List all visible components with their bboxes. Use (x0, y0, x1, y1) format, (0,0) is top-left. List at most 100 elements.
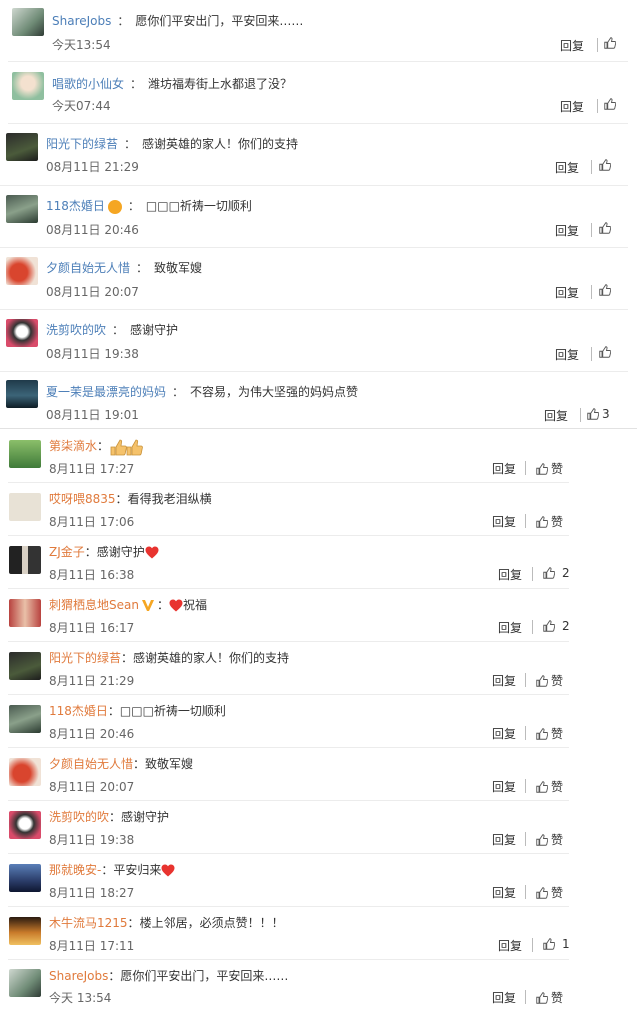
comment-author[interactable]: 洗剪吹的吹 (46, 323, 106, 337)
avatar[interactable] (9, 705, 41, 733)
comment-item: 夏一茉是最漂亮的妈妈 ： 不容易，为伟大坚强的妈妈点赞 08月11日 19:01 回… (0, 372, 637, 428)
avatar[interactable] (6, 195, 38, 223)
like-button[interactable]: 赞 (536, 778, 563, 795)
avatar[interactable] (9, 652, 41, 680)
comment-author[interactable]: 唱歌的小仙女 (52, 77, 124, 91)
reply-button[interactable]: 回复 (498, 619, 522, 636)
comment-author[interactable]: 刺猬栖息地Sean (49, 598, 139, 612)
comment-separator: ： (101, 863, 114, 877)
reply-button[interactable]: 回复 (492, 513, 516, 530)
reply-button[interactable]: 回复 (498, 937, 522, 954)
avatar[interactable] (6, 380, 38, 408)
like-button[interactable] (604, 98, 616, 110)
reply-button[interactable]: 回复 (492, 884, 516, 901)
comment-item: 阳光下的绿苔 ： 感谢英雄的家人！你们的支持 08月11日 21:29 回复 (0, 124, 628, 186)
comment-author[interactable]: 118杰婚日 (46, 199, 105, 213)
like-button[interactable]: 赞 (536, 725, 563, 742)
like-button[interactable]: 赞 (536, 884, 563, 901)
like-button[interactable] (599, 222, 611, 234)
comment-separator: ： (172, 385, 185, 399)
like-button[interactable]: 赞 (536, 672, 563, 689)
comment-author[interactable]: ZJ金子 (49, 545, 85, 559)
comment-author[interactable]: 夏一茉是最漂亮的妈妈 (46, 385, 166, 399)
comment-author[interactable]: 夕颜自始无人惜 (46, 261, 130, 275)
reply-button[interactable]: 回复 (560, 98, 584, 115)
reply-button[interactable]: 回复 (492, 831, 516, 848)
like-button[interactable]: 赞 (536, 989, 563, 1006)
reply-button[interactable]: 回复 (492, 672, 516, 689)
reply-button[interactable]: 回复 (555, 159, 579, 176)
reply-button[interactable]: 回复 (555, 222, 579, 239)
comment-time: 8月11日 20:46 (49, 727, 135, 741)
comment-item: 夕颜自始无人惜：致敬军嫂 8月11日 20:07 回复 赞 (8, 748, 569, 801)
comment-time: 08月11日 19:01 (46, 408, 139, 422)
comment-author[interactable]: 木牛流马1215 (49, 916, 128, 930)
comment-time: 8月11日 20:07 (49, 780, 135, 794)
comment-author[interactable]: 阳光下的绿苔 (49, 651, 121, 665)
like-button[interactable]: 3 (587, 407, 610, 421)
avatar[interactable] (9, 917, 41, 945)
like-button[interactable]: 1 (543, 937, 570, 951)
like-count: 2 (562, 619, 570, 633)
comment-author[interactable]: 118杰婚日 (49, 704, 108, 718)
avatar[interactable] (9, 599, 41, 627)
comment-author[interactable]: 阳光下的绿苔 (46, 137, 118, 151)
avatar[interactable] (6, 319, 38, 347)
comment-separator: ： (156, 598, 169, 612)
comment-author[interactable]: 第柒滴水 (49, 439, 97, 453)
emoji-badge-icon (107, 199, 122, 214)
comment-separator: ： (112, 323, 125, 337)
divider (591, 160, 592, 174)
comment-item: 唱歌的小仙女 ： 潍坊福寿街上水都退了没？ 今天07:44 回复 (8, 62, 628, 124)
comment-text: 感谢守护 (121, 810, 170, 824)
avatar[interactable] (6, 133, 38, 161)
divider (580, 408, 581, 422)
comment-author[interactable]: ShareJobs (49, 969, 108, 983)
like-button[interactable] (599, 346, 611, 358)
comment-author[interactable]: 夕颜自始无人惜 (49, 757, 133, 771)
divider (525, 726, 526, 740)
comment-separator: ： (124, 137, 137, 151)
comment-text: 感谢守护 (96, 545, 145, 559)
comment-author[interactable]: 洗剪吹的吹 (49, 810, 109, 824)
avatar[interactable] (9, 758, 41, 786)
comment-author[interactable]: 那就晚安- (49, 863, 101, 877)
like-button[interactable]: 2 (543, 566, 570, 580)
avatar[interactable] (9, 969, 41, 997)
like-button[interactable]: 2 (543, 619, 570, 633)
reply-button[interactable]: 回复 (492, 778, 516, 795)
comment-separator: ： (127, 916, 140, 930)
avatar[interactable] (12, 72, 44, 100)
avatar[interactable] (9, 546, 41, 574)
avatar[interactable] (9, 864, 41, 892)
avatar[interactable] (6, 257, 38, 285)
like-button[interactable]: 赞 (536, 831, 563, 848)
thumbs-up-icon (536, 886, 548, 899)
comment-time: 08月11日 20:46 (46, 223, 139, 237)
avatar[interactable] (9, 811, 41, 839)
reply-button[interactable]: 回复 (560, 37, 584, 54)
comment-author[interactable]: 哎呀喂8835 (49, 492, 116, 506)
like-button[interactable] (599, 159, 611, 171)
reply-button[interactable]: 回复 (555, 346, 579, 363)
comment-author[interactable]: ShareJobs (52, 14, 111, 28)
avatar[interactable] (9, 493, 41, 521)
like-button[interactable] (604, 37, 616, 49)
comment-item: 118杰婚日 ： □□□祈祷一切顺利 08月11日 20:46 回复 (0, 186, 628, 248)
divider (525, 461, 526, 475)
reply-button[interactable]: 回复 (555, 284, 579, 301)
like-button[interactable] (599, 284, 611, 296)
reply-button[interactable]: 回复 (492, 989, 516, 1006)
reply-button[interactable]: 回复 (492, 460, 516, 477)
avatar[interactable] (9, 440, 41, 468)
comment-separator: ： (115, 492, 128, 506)
like-button[interactable]: 赞 (536, 460, 563, 477)
avatar[interactable] (12, 8, 44, 36)
comment-text: 不容易，为伟大坚强的妈妈点赞 (190, 385, 359, 399)
like-count: 赞 (551, 515, 564, 529)
divider (591, 223, 592, 237)
reply-button[interactable]: 回复 (498, 566, 522, 583)
reply-button[interactable]: 回复 (492, 725, 516, 742)
reply-button[interactable]: 回复 (544, 407, 568, 424)
like-button[interactable]: 赞 (536, 513, 563, 530)
